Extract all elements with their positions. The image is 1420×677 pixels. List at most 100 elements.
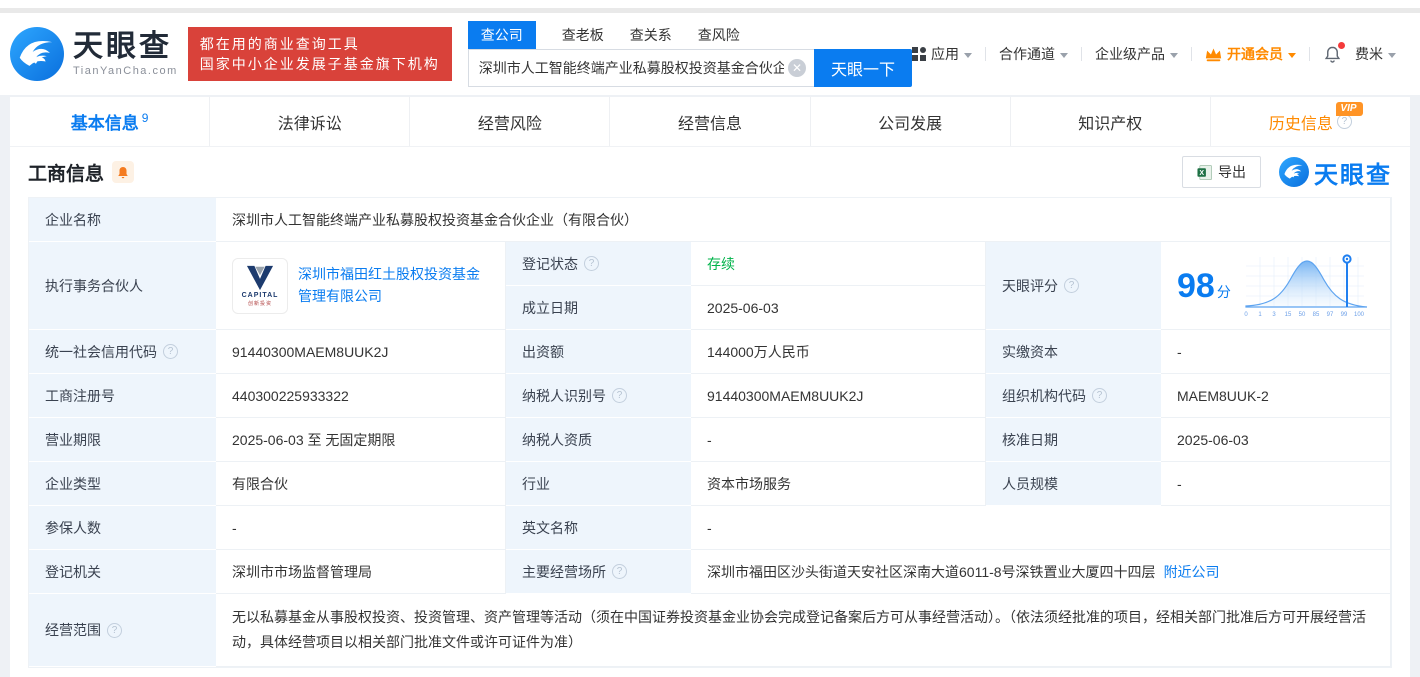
tab-basic-info-count: 9 bbox=[141, 110, 149, 125]
top-nav: 应用 合作通道 企业级产品 开通会员 费米 bbox=[912, 41, 1396, 64]
nav-open-vip[interactable]: 开通会员 bbox=[1205, 44, 1296, 64]
field-label: 人员规模 bbox=[986, 462, 1161, 506]
v-capital-logo-icon bbox=[246, 265, 274, 290]
chevron-down-icon bbox=[1288, 52, 1296, 58]
nav-cooperation-label: 合作通道 bbox=[999, 46, 1055, 62]
divider bbox=[1309, 47, 1310, 61]
tianyancha-logo[interactable]: 天眼查 TianYanCha.com bbox=[10, 27, 178, 81]
svg-text:99: 99 bbox=[1340, 312, 1347, 318]
divider bbox=[985, 47, 986, 61]
score-value: 98 bbox=[1177, 266, 1215, 305]
help-icon[interactable]: ? bbox=[163, 344, 178, 359]
field-label: 经营范围? bbox=[29, 594, 216, 668]
brand-slogan: 都在用的商业查询工具 国家中小企业发展子基金旗下机构 bbox=[187, 26, 452, 82]
top-strip bbox=[0, 0, 1420, 8]
nav-cooperation[interactable]: 合作通道 bbox=[999, 44, 1068, 64]
nav-apps-label: 应用 bbox=[931, 46, 959, 62]
field-label: 营业期限 bbox=[29, 418, 216, 462]
field-label: 登记状态? bbox=[506, 242, 691, 286]
field-label: 天眼评分? bbox=[986, 242, 1161, 330]
chevron-down-icon bbox=[1170, 52, 1178, 58]
site-header: 天眼查 TianYanCha.com 都在用的商业查询工具 国家中小企业发展子基… bbox=[0, 13, 1420, 95]
svg-text:97: 97 bbox=[1326, 312, 1333, 318]
field-label: 主要经营场所? bbox=[506, 550, 691, 594]
notifications-button[interactable] bbox=[1323, 41, 1345, 64]
search-tab-boss[interactable]: 查老板 bbox=[562, 21, 604, 49]
field-label: 纳税人资质 bbox=[506, 418, 691, 462]
username: 费米 bbox=[1355, 46, 1383, 62]
field-label: 实缴资本 bbox=[986, 330, 1161, 374]
search-button[interactable]: 天眼一下 bbox=[814, 48, 912, 87]
slogan-line2: 国家中小企业发展子基金旗下机构 bbox=[199, 56, 440, 72]
excel-icon: X bbox=[1197, 164, 1212, 180]
notification-red-dot bbox=[1338, 41, 1345, 49]
field-label: 行业 bbox=[506, 462, 691, 506]
field-label: 统一社会信用代码? bbox=[29, 330, 216, 374]
taxpayer-qualification: - bbox=[691, 418, 986, 462]
clear-search-icon[interactable]: ✕ bbox=[788, 58, 806, 77]
help-icon[interactable]: ? bbox=[107, 622, 122, 638]
brand-name: 天眼查 bbox=[73, 29, 172, 63]
company-section-tabs: 基本信息 9 法律诉讼 经营风险 经营信息 公司发展 知识产权 VIP 历史信息… bbox=[10, 97, 1410, 147]
company-type: 有限合伙 bbox=[216, 462, 506, 506]
export-label: 导出 bbox=[1218, 164, 1246, 180]
business-scope: 无以私募基金从事股权投资、投资管理、资产管理等活动（须在中国证券投资基金业协会完… bbox=[216, 594, 1391, 668]
partner-company-link[interactable]: 深圳市福田红土股权投资基金管理有限公司 bbox=[298, 264, 489, 307]
help-icon[interactable]: ? bbox=[1064, 278, 1079, 293]
tab-company-development[interactable]: 公司发展 bbox=[811, 97, 1011, 146]
search-tabs: 查公司 查老板 查关系 查风险 bbox=[467, 20, 912, 49]
export-button[interactable]: X 导出 bbox=[1182, 156, 1261, 188]
score-unit: 分 bbox=[1216, 283, 1231, 300]
nav-open-vip-label: 开通会员 bbox=[1227, 46, 1283, 62]
section-header: 工商信息 X 导出 天眼查 bbox=[28, 147, 1392, 197]
search-input[interactable] bbox=[467, 48, 814, 87]
business-info-table: 企业名称 深圳市人工智能终端产业私募股权投资基金合伙企业（有限合伙） 执行事务合… bbox=[28, 197, 1392, 669]
nearby-companies-link[interactable]: 附近公司 bbox=[1164, 562, 1220, 582]
field-label: 参保人数 bbox=[29, 506, 216, 550]
search-tab-risk[interactable]: 查风险 bbox=[698, 21, 740, 49]
crown-icon bbox=[1205, 48, 1222, 61]
svg-text:X: X bbox=[1199, 169, 1204, 176]
tab-operation-risk[interactable]: 经营风险 bbox=[410, 97, 611, 146]
help-icon[interactable]: ? bbox=[1336, 114, 1352, 129]
field-label: 组织机构代码? bbox=[986, 374, 1161, 418]
credit-code: 91440300MAEM8UUK2J bbox=[216, 330, 506, 374]
help-icon[interactable]: ? bbox=[584, 256, 599, 271]
nav-enterprise-products[interactable]: 企业级产品 bbox=[1095, 44, 1178, 64]
help-icon[interactable]: ? bbox=[1092, 388, 1107, 403]
slogan-line1: 都在用的商业查询工具 bbox=[199, 35, 360, 52]
chevron-down-icon bbox=[1388, 52, 1396, 58]
tab-intellectual-property[interactable]: 知识产权 bbox=[1011, 97, 1211, 146]
contributed-capital: 144000万人民币 bbox=[691, 330, 986, 374]
tab-basic-info[interactable]: 基本信息 9 bbox=[10, 97, 211, 146]
search-tab-relation[interactable]: 查关系 bbox=[630, 21, 672, 49]
help-icon[interactable]: ? bbox=[612, 564, 627, 579]
paid-in-capital: - bbox=[1161, 330, 1391, 374]
taxpayer-id: 91440300MAEM8UUK2J bbox=[691, 374, 986, 418]
tianyan-score-cell: 98 分 0 1 3 15 50 85 97 99 100 bbox=[1161, 242, 1391, 330]
subscribe-bell-button[interactable] bbox=[112, 161, 135, 183]
score-distribution-chart[interactable]: 0 1 3 15 50 85 97 99 100 bbox=[1243, 252, 1371, 320]
svg-text:1: 1 bbox=[1258, 312, 1262, 318]
tab-operation-info[interactable]: 经营信息 bbox=[610, 97, 811, 146]
field-label: 登记机关 bbox=[29, 550, 216, 594]
english-name: - bbox=[691, 506, 1391, 550]
partner-company-logo: CAPITAL 创新投资 bbox=[232, 257, 288, 314]
help-icon[interactable]: ? bbox=[612, 388, 627, 403]
staff-size: - bbox=[1161, 462, 1391, 506]
field-label: 核准日期 bbox=[986, 418, 1161, 462]
field-label: 成立日期 bbox=[506, 286, 691, 330]
tab-basic-info-label: 基本信息 bbox=[70, 114, 139, 133]
nav-user-menu[interactable]: 费米 bbox=[1355, 44, 1396, 64]
tab-history-info[interactable]: VIP 历史信息 ? bbox=[1211, 97, 1410, 146]
svg-text:15: 15 bbox=[1284, 312, 1291, 318]
divider bbox=[1081, 47, 1082, 61]
search-tab-company[interactable]: 查公司 bbox=[467, 20, 536, 49]
tab-legal-proceedings[interactable]: 法律诉讼 bbox=[210, 97, 411, 146]
tianyancha-logo-icon bbox=[1279, 157, 1309, 187]
nav-apps[interactable]: 应用 bbox=[912, 44, 972, 64]
field-label: 执行事务合伙人 bbox=[29, 242, 216, 330]
svg-text:3: 3 bbox=[1272, 312, 1276, 318]
tianyancha-logo-icon bbox=[10, 27, 64, 81]
field-label: 企业名称 bbox=[29, 198, 216, 242]
